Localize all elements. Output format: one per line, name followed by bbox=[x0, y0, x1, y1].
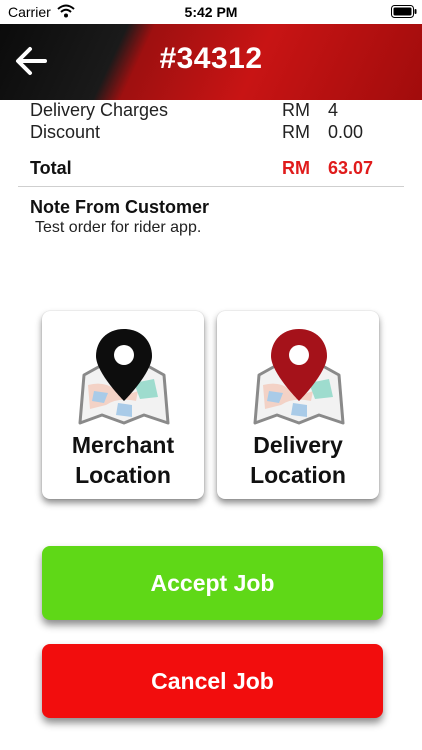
total-currency: RM bbox=[282, 158, 310, 178]
delivery-label-line2: Location bbox=[250, 462, 346, 488]
battery-icon bbox=[391, 5, 417, 18]
merchant-label-line2: Location bbox=[75, 462, 171, 488]
map-pin-red-icon bbox=[253, 329, 345, 425]
cancel-job-button[interactable]: Cancel Job bbox=[42, 644, 383, 718]
order-number-title: #34312 bbox=[159, 42, 263, 75]
row-label: Discount bbox=[30, 122, 101, 142]
row-amount: 4 bbox=[328, 100, 339, 120]
delivery-label-line1: Delivery bbox=[253, 432, 343, 458]
accept-job-button[interactable]: Accept Job bbox=[42, 546, 383, 620]
status-time: 5:42 PM bbox=[184, 4, 238, 20]
merchant-label-line1: Merchant bbox=[71, 432, 175, 458]
delivery-charges-row: Delivery Charges RM 4 bbox=[30, 100, 380, 122]
order-summary: Delivery Charges RM 4 Discount RM 0.00 T… bbox=[30, 100, 380, 180]
row-currency: RM bbox=[282, 100, 310, 120]
note-title: Note From Customer bbox=[30, 197, 210, 217]
merchant-location-button[interactable]: Merchant Location bbox=[42, 311, 204, 499]
delivery-location-button[interactable]: Delivery Location bbox=[217, 311, 379, 499]
discount-row: Discount RM 0.00 bbox=[30, 122, 380, 144]
order-detail-screen: Carrier 5:42 PM #34312 Delivery Charges … bbox=[0, 0, 422, 750]
map-pin-black-icon bbox=[78, 329, 170, 425]
note-text: Test order for rider app. bbox=[35, 219, 202, 236]
header-bar: #34312 bbox=[0, 24, 422, 100]
row-amount: 0.00 bbox=[328, 122, 364, 142]
total-label: Total bbox=[30, 158, 72, 178]
status-bar: Carrier 5:42 PM bbox=[0, 0, 422, 24]
total-amount: 63.07 bbox=[328, 158, 374, 178]
total-row: Total RM 63.07 bbox=[30, 158, 380, 180]
divider bbox=[18, 186, 404, 187]
row-currency: RM bbox=[282, 122, 310, 142]
row-label: Delivery Charges bbox=[30, 100, 169, 120]
